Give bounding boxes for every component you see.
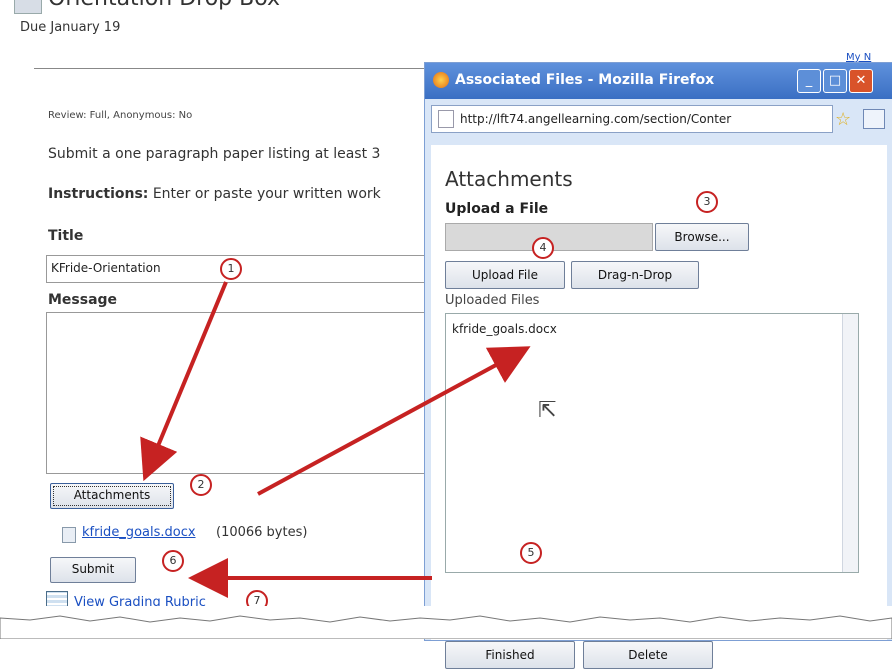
- callout-5: 5: [520, 542, 542, 564]
- callout-4: 4: [532, 237, 554, 259]
- delete-button[interactable]: Delete: [583, 641, 713, 669]
- callout-6: 6: [162, 550, 184, 572]
- drop-box-page: Orientation Drop Box Due January 19 My N…: [0, 0, 892, 669]
- callout-2: 2: [190, 474, 212, 496]
- arrow-title-to-attachments: [140, 281, 228, 482]
- finished-button[interactable]: Finished: [445, 641, 575, 669]
- callout-3: 3: [696, 191, 718, 213]
- torn-edge: [0, 606, 892, 639]
- callout-1: 1: [220, 258, 242, 280]
- annotation-arrows: [140, 281, 531, 598]
- arrow-attachments-to-list: [257, 346, 531, 496]
